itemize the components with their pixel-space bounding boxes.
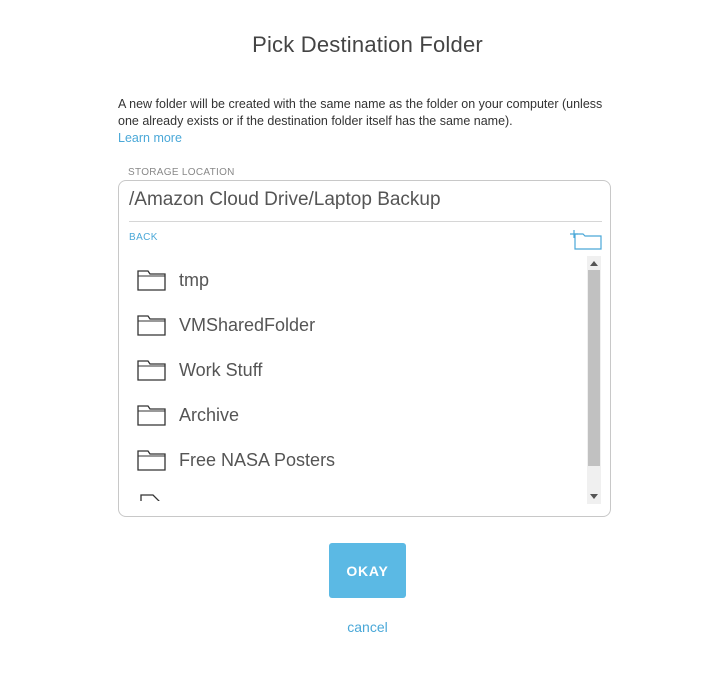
description-text: A new folder will be created with the sa… [118, 97, 603, 128]
scroll-up-arrow-icon[interactable] [590, 261, 598, 266]
folder-icon [137, 405, 166, 426]
storage-location-label: STORAGE LOCATION [128, 167, 235, 178]
back-link[interactable]: BACK [129, 232, 158, 243]
scrollbar-thumb[interactable] [588, 270, 600, 466]
folder-item-free-nasa-posters[interactable]: Free NASA Posters [137, 445, 335, 475]
folder-item-tmp[interactable]: tmp [137, 265, 209, 295]
folder-name: VMSharedFolder [179, 314, 316, 335]
folder-picker-panel: /Amazon Cloud Drive/Laptop Backup BACK t… [118, 180, 611, 517]
learn-more-link[interactable]: Learn more [118, 130, 182, 147]
folder-name: Free NASA Posters [179, 449, 336, 470]
folder-icon [137, 450, 166, 471]
folder-name: Work Stuff [179, 359, 263, 380]
new-folder-icon[interactable] [569, 228, 603, 250]
folder-list[interactable]: tmp VMSharedFolder Work Stuff Archive Fr… [119, 259, 585, 501]
scroll-down-arrow-icon[interactable] [590, 494, 598, 499]
okay-button[interactable]: OKAY [329, 543, 406, 598]
cancel-link[interactable]: cancel [0, 619, 727, 635]
dialog-title: Pick Destination Folder [252, 32, 483, 57]
folder-name: tmp [179, 269, 210, 290]
folder-item-vmsharedfolder[interactable]: VMSharedFolder [137, 310, 315, 340]
current-path: /Amazon Cloud Drive/Laptop Backup [129, 189, 602, 222]
file-icon [140, 494, 160, 501]
folder-item-archive[interactable]: Archive [137, 400, 239, 430]
folder-name: Archive [179, 404, 240, 425]
folder-icon [137, 315, 166, 336]
folder-item-work-stuff[interactable]: Work Stuff [137, 355, 262, 385]
description: A new folder will be created with the sa… [118, 96, 618, 147]
folder-icon [137, 360, 166, 381]
folder-icon [137, 270, 166, 291]
scrollbar[interactable] [587, 256, 601, 504]
file-item-partial[interactable] [137, 489, 179, 501]
